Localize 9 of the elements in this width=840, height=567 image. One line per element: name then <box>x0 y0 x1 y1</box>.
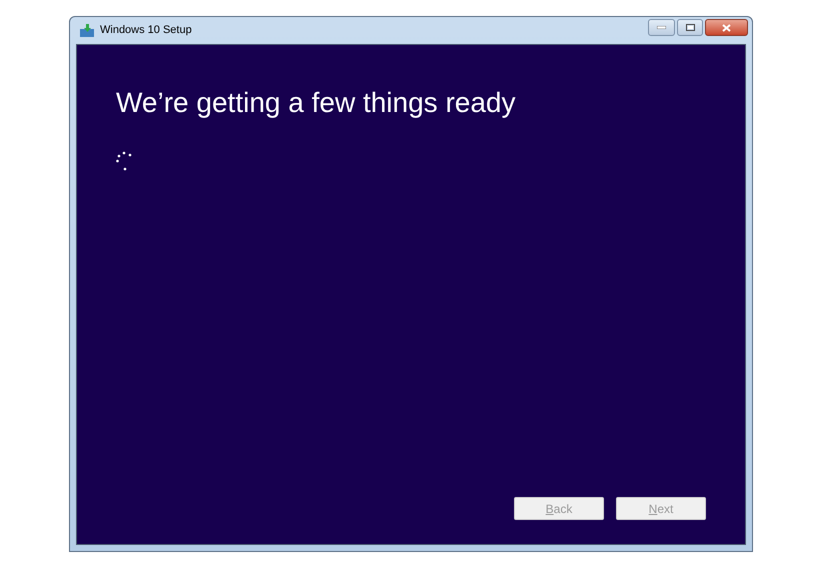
page-heading: We’re getting a few things ready <box>116 86 516 120</box>
close-icon <box>722 24 731 32</box>
maximize-icon <box>686 24 694 31</box>
close-button[interactable] <box>705 19 748 36</box>
maximize-button[interactable] <box>677 19 703 36</box>
minimize-icon <box>657 26 666 29</box>
setup-icon <box>80 24 94 37</box>
window-title: Windows 10 Setup <box>100 23 192 38</box>
loading-spinner-icon <box>116 151 134 171</box>
